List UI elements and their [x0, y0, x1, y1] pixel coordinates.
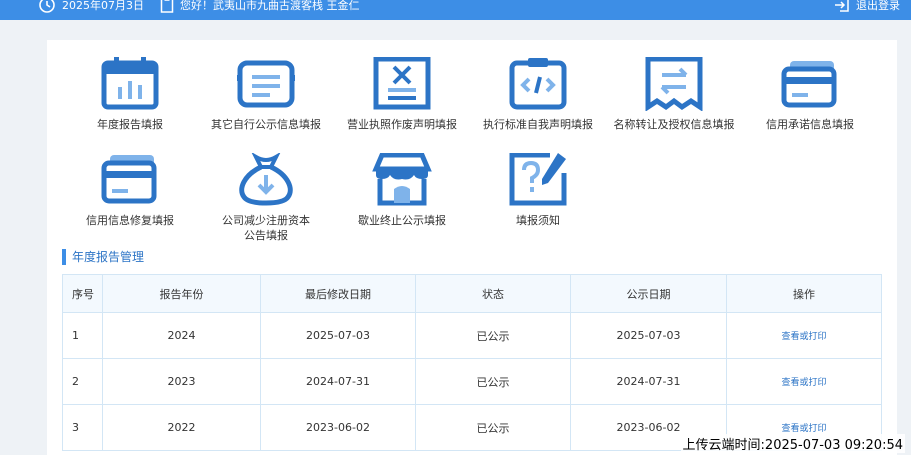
- code-clipboard-icon: [509, 58, 567, 110]
- document-list-icon: [237, 60, 295, 108]
- money-bag-icon: [239, 153, 293, 206]
- cell-status: 已公示: [415, 404, 571, 451]
- cell-year: 2022: [102, 404, 261, 451]
- cell-status: 已公示: [415, 358, 571, 405]
- table-row: 1 2024 2025-07-03 已公示 2025-07-03 查看或打印: [62, 312, 882, 359]
- view-print-link[interactable]: 查看或打印: [726, 358, 882, 405]
- func-label: 营业执照作废声明填报: [347, 118, 457, 131]
- top-bar: 2025年07月3日 您好！武夷山市九曲古渡客栈 王金仁 退出登录: [0, 0, 911, 20]
- annual-report-table: 序号 报告年份 最后修改日期 状态 公示日期 操作 1 2024 2025-07…: [62, 274, 882, 451]
- cell-publish-date: 2024-07-31: [570, 358, 727, 405]
- logout-icon: [835, 0, 849, 12]
- func-label: 其它自行公示信息填报: [211, 118, 321, 131]
- credit-repair-icon: [101, 155, 157, 204]
- clipboard-icon: [160, 0, 174, 13]
- cell-index: 3: [62, 404, 103, 451]
- col-header-action: 操作: [726, 274, 882, 313]
- cell-index: 1: [62, 312, 103, 359]
- func-standard-declaration[interactable]: 执行标准自我声明填报: [473, 57, 603, 132]
- func-credit-commitment[interactable]: 信用承诺信息填报: [745, 57, 875, 132]
- logout-label: 退出登录: [856, 0, 900, 12]
- calendar-icon: [101, 57, 159, 110]
- col-header-modified: 最后修改日期: [260, 274, 416, 313]
- cell-index: 2: [62, 358, 103, 405]
- col-header-publish-date: 公示日期: [570, 274, 727, 313]
- func-credit-repair[interactable]: 信用信息修复填报: [65, 153, 195, 228]
- view-print-link[interactable]: 查看或打印: [726, 312, 882, 359]
- transfer-icon: [645, 57, 703, 111]
- func-capital-reduction[interactable]: 公司减少注册资本 公告填报: [201, 153, 331, 243]
- func-label: 名称转让及授权信息填报: [613, 118, 735, 131]
- table-header-row: 序号 报告年份 最后修改日期 状态 公示日期 操作: [62, 274, 882, 313]
- user-greeting: 您好！武夷山市九曲古渡客栈 王金仁: [160, 0, 360, 15]
- func-label: 歇业终止公示填报: [358, 214, 446, 227]
- func-label: 信用承诺信息填报: [766, 118, 854, 131]
- func-label: 年度报告填报: [97, 118, 163, 131]
- logout-button[interactable]: 退出登录: [834, 0, 900, 15]
- col-header-year: 报告年份: [102, 274, 261, 313]
- func-annual-report[interactable]: 年度报告填报: [65, 57, 195, 132]
- func-label: 执行标准自我声明填报: [483, 118, 593, 131]
- func-label-line: 公司减少注册资本: [222, 214, 310, 227]
- store-icon: [372, 153, 432, 206]
- col-header-status: 状态: [415, 274, 571, 313]
- cell-modified: 2024-07-31: [260, 358, 416, 405]
- func-notice[interactable]: 填报须知: [473, 153, 603, 228]
- section-title: 年度报告管理: [62, 249, 144, 265]
- table-row: 2 2023 2024-07-31 已公示 2024-07-31 查看或打印: [62, 358, 882, 405]
- cell-modified: 2025-07-03: [260, 312, 416, 359]
- func-business-suspension[interactable]: 歇业终止公示填报: [337, 153, 467, 228]
- func-other-disclosure[interactable]: 其它自行公示信息填报: [201, 57, 331, 132]
- func-label: 公司减少注册资本 公告填报: [201, 213, 331, 243]
- credit-card-icon: [781, 61, 837, 108]
- cell-status: 已公示: [415, 312, 571, 359]
- void-document-icon: [373, 57, 431, 110]
- func-name-transfer[interactable]: 名称转让及授权信息填报: [609, 57, 739, 132]
- col-header-index: 序号: [62, 274, 103, 313]
- func-license-void[interactable]: 营业执照作废声明填报: [337, 57, 467, 132]
- current-date: 2025年07月3日: [62, 0, 144, 12]
- notice-edit-icon: [509, 153, 567, 206]
- date-display: 2025年07月3日: [38, 0, 144, 15]
- func-label: 信用信息修复填报: [86, 214, 174, 227]
- greeting-text: 您好！武夷山市九曲古渡客栈 王金仁: [180, 0, 360, 12]
- clock-icon: [39, 0, 55, 13]
- cell-modified: 2023-06-02: [260, 404, 416, 451]
- upload-time-stamp: 上传云端时间:2025-07-03 09:20:54: [680, 434, 905, 453]
- cell-year: 2023: [102, 358, 261, 405]
- func-label-line: 公告填报: [244, 229, 288, 242]
- cell-publish-date: 2025-07-03: [570, 312, 727, 359]
- func-label: 填报须知: [516, 214, 560, 227]
- cell-year: 2024: [102, 312, 261, 359]
